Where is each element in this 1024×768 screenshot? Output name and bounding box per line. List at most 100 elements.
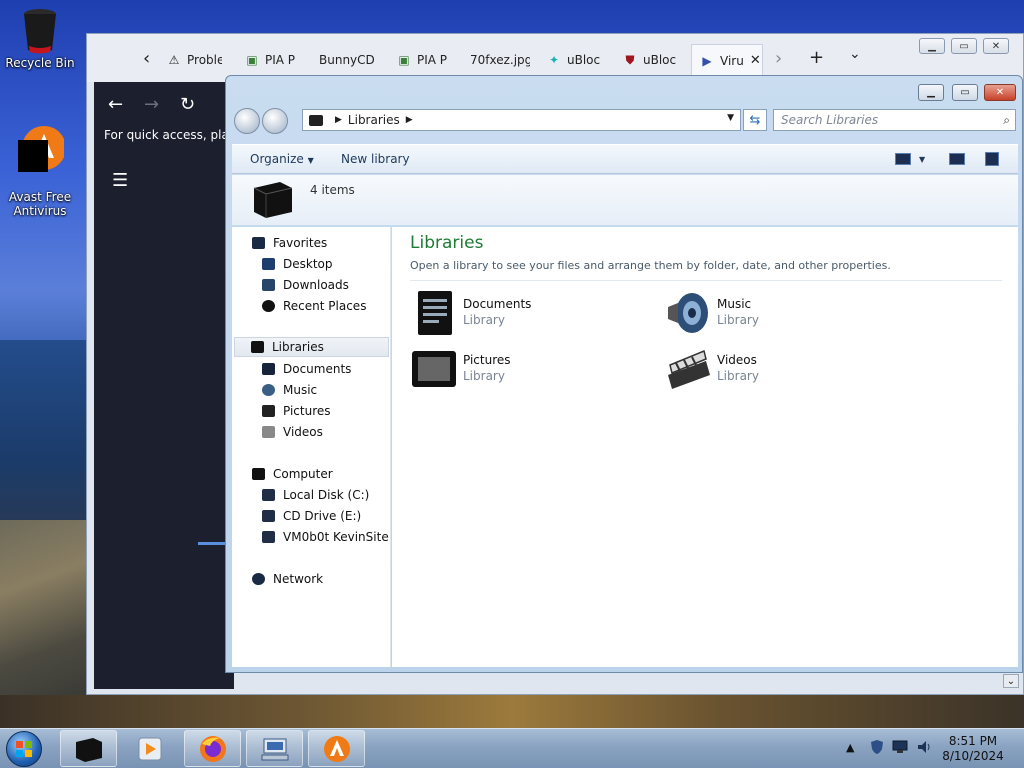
change-view-icon[interactable]	[895, 153, 911, 165]
preview-pane-icon[interactable]	[949, 153, 965, 165]
tab-image[interactable]: 70fxez.jpg	[470, 44, 530, 76]
explorer-maximize-button[interactable]: ▭	[952, 84, 978, 101]
recent-places-icon	[262, 300, 275, 312]
new-tab-icon[interactable]: +	[809, 47, 824, 68]
address-bar[interactable]: ▶ Libraries ▶ ▼	[302, 109, 741, 131]
nav-local-disk[interactable]: Local Disk (C:)	[262, 485, 369, 505]
browser-minimize-button[interactable]: ▁	[919, 38, 945, 54]
defender-icon[interactable]	[870, 739, 884, 758]
breadcrumb-arrow-icon[interactable]: ▶	[335, 115, 342, 125]
library-item-music[interactable]: Music Library	[664, 289, 904, 341]
desktop-icon-label: Recycle Bin	[5, 56, 75, 70]
forward-icon[interactable]: →	[144, 94, 159, 115]
show-hidden-icons[interactable]: ▲	[846, 741, 854, 754]
help-icon[interactable]	[985, 152, 999, 166]
network-status-icon[interactable]	[892, 740, 908, 757]
nav-network[interactable]: Network	[252, 569, 323, 589]
browser-maximize-button[interactable]: ▭	[951, 38, 977, 54]
refresh-button[interactable]: ⇆	[743, 109, 767, 131]
clock-time: 8:51 PM	[948, 734, 998, 748]
avast-icon	[18, 126, 64, 172]
start-button[interactable]	[6, 731, 42, 767]
hard-drive-icon	[262, 489, 275, 501]
recycle-bin-icon	[24, 9, 56, 54]
library-item-documents[interactable]: Documents Library	[410, 289, 650, 341]
command-bar: Organize ▼ New library ▼	[232, 144, 1018, 174]
browser-close-button[interactable]: ✕	[983, 38, 1009, 54]
nav-documents[interactable]: Documents	[262, 359, 351, 379]
taskbar-avast[interactable]	[308, 730, 365, 767]
volume-icon[interactable]	[916, 739, 932, 758]
desktop-icon-recycle-bin[interactable]: Recycle Bin	[0, 6, 80, 70]
pictures-icon	[262, 405, 275, 417]
nav-favorites[interactable]: Favorites	[252, 233, 327, 253]
reload-icon[interactable]: ↻	[180, 94, 195, 115]
nav-desktop[interactable]: Desktop	[262, 254, 333, 274]
tab-ublock-2[interactable]: ⛊ uBloc	[623, 44, 679, 76]
nav-music[interactable]: Music	[262, 380, 317, 400]
tab-problem[interactable]: ⚠ Proble	[167, 44, 222, 76]
nav-downloads[interactable]: Downloads	[262, 275, 349, 295]
virustotal-icon: ▶	[702, 53, 712, 68]
search-input[interactable]: Search Libraries ⌕	[773, 109, 1016, 131]
library-item-pictures[interactable]: Pictures Library	[410, 345, 650, 397]
taskbar-explorer[interactable]	[60, 730, 117, 767]
tab-scroll-right-icon[interactable]: ›	[775, 48, 782, 69]
tab-virustotal[interactable]: ▶ Viru ✕	[691, 44, 763, 76]
pia-icon: ▣	[246, 53, 258, 67]
forward-button[interactable]	[262, 108, 288, 134]
taskbar-media-player[interactable]	[121, 730, 178, 767]
pictures-icon	[412, 351, 456, 387]
explorer-close-button[interactable]: ✕	[984, 84, 1016, 101]
explorer-window: ▁ ▭ ✕ ▶ Libraries ▶ ▼ ⇆ Search Libraries…	[225, 75, 1023, 673]
nav-recent-places[interactable]: Recent Places	[262, 296, 366, 316]
favorites-icon	[252, 237, 265, 249]
system-clock[interactable]: 8:51 PM 8/10/2024	[932, 734, 1014, 764]
tab-ublock-1[interactable]: ✦ uBloc	[547, 44, 602, 76]
firefox-icon	[199, 735, 226, 762]
explorer-minimize-button[interactable]: ▁	[918, 84, 944, 101]
page-title: Libraries	[410, 233, 484, 253]
address-dropdown-icon[interactable]: ▼	[727, 113, 734, 123]
browser-content-dark: ← → ↻ For quick access, place ☰	[94, 82, 243, 689]
wallpaper-horizon	[0, 695, 1024, 730]
divider	[410, 280, 1002, 281]
desktop-icon-avast[interactable]: Avast Free Antivirus	[0, 110, 80, 218]
close-tab-icon[interactable]: ✕	[750, 53, 761, 68]
new-library-button[interactable]: New library	[341, 152, 410, 166]
documents-icon	[418, 291, 452, 335]
organize-button[interactable]: Organize ▼	[250, 152, 314, 166]
warning-icon: ⚠	[168, 53, 180, 67]
page-subtitle: Open a library to see your files and arr…	[410, 259, 891, 272]
pia-icon: ▣	[398, 53, 410, 67]
nav-network-share[interactable]: VM0b0t KevinSite	[262, 527, 389, 547]
nav-libraries[interactable]: Libraries	[234, 337, 389, 357]
breadcrumb-libraries[interactable]: Libraries	[348, 113, 400, 127]
nav-videos[interactable]: Videos	[262, 422, 323, 442]
tab-scroll-left-icon[interactable]: ‹	[143, 48, 150, 69]
tab-pia-2[interactable]: ▣ PIA P	[397, 44, 449, 76]
taskbar-network-app[interactable]	[246, 730, 303, 767]
network-drive-icon	[262, 531, 275, 543]
menu-icon[interactable]: ☰	[112, 170, 128, 191]
tab-bunnycdn[interactable]: BunnyCDN	[319, 44, 375, 76]
breadcrumb-arrow-icon[interactable]: ▶	[406, 115, 413, 125]
music-icon	[668, 293, 708, 333]
puzzle-icon: ✦	[548, 53, 560, 67]
tab-list-icon[interactable]: ⌄	[849, 46, 861, 62]
tab-pia-1[interactable]: ▣ PIA P	[245, 44, 297, 76]
back-icon[interactable]: ←	[108, 94, 123, 115]
scroll-down-icon[interactable]: ⌄	[1003, 674, 1019, 688]
videos-icon	[262, 426, 275, 438]
taskbar: ▲ 8:51 PM 8/10/2024	[0, 728, 1024, 768]
view-dropdown-icon[interactable]: ▼	[919, 155, 925, 164]
back-button[interactable]	[234, 108, 260, 134]
nav-cd-drive[interactable]: CD Drive (E:)	[262, 506, 361, 526]
music-icon	[262, 384, 275, 396]
library-item-videos[interactable]: Videos Library	[664, 345, 904, 397]
taskbar-firefox[interactable]	[184, 730, 241, 767]
computer-icon	[252, 468, 265, 480]
nav-computer[interactable]: Computer	[252, 464, 333, 484]
nav-pictures[interactable]: Pictures	[262, 401, 331, 421]
desktop-icon-label: Avast Free Antivirus	[8, 190, 72, 218]
